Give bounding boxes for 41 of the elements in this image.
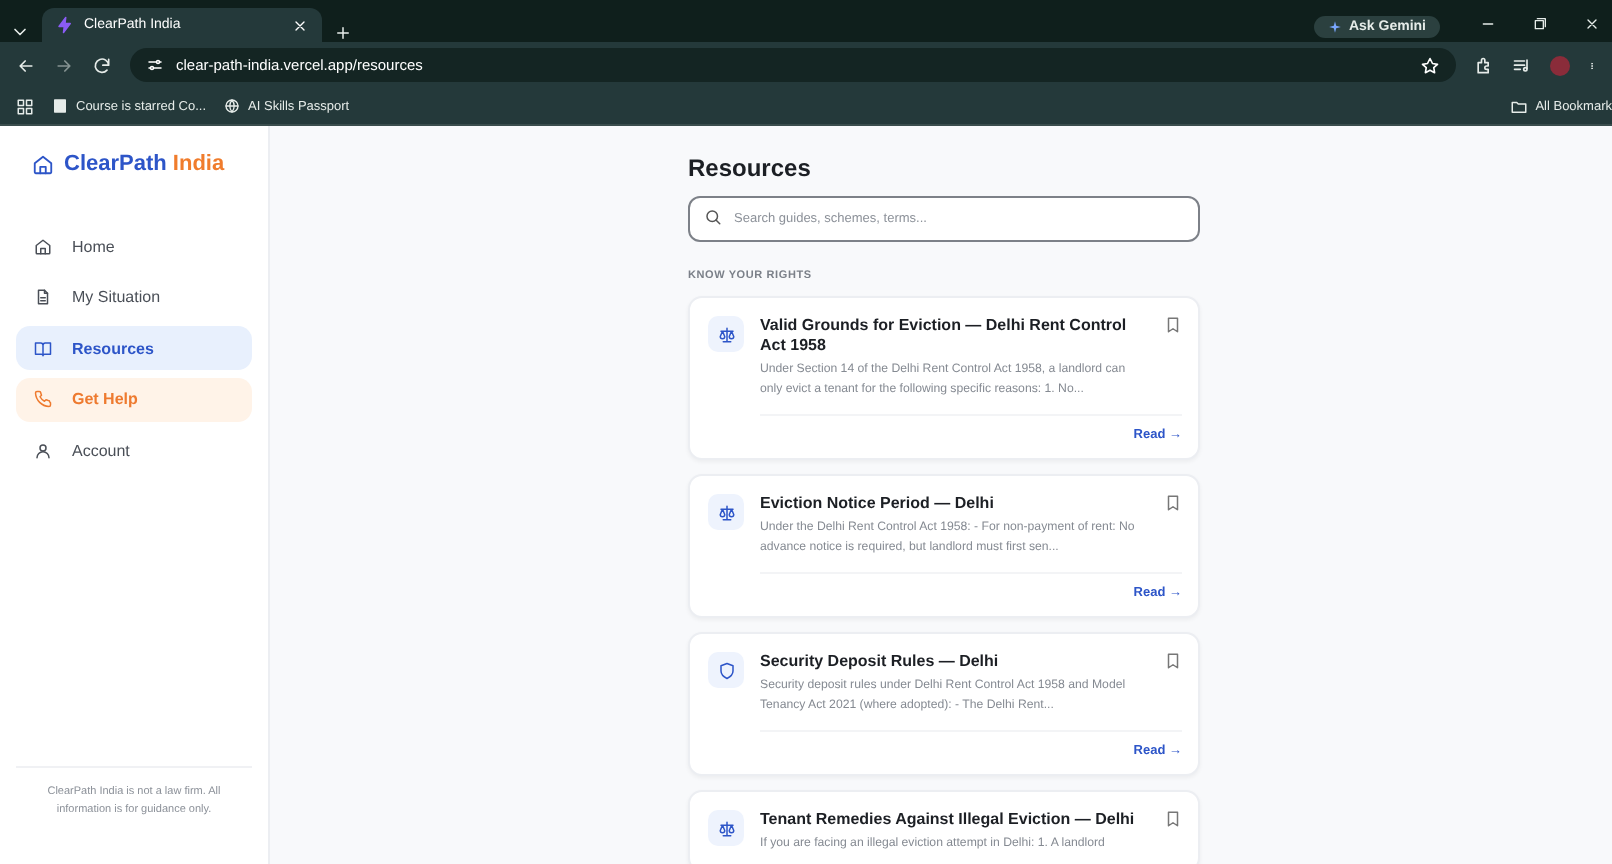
sidebar-item[interactable]: Account: [16, 428, 252, 472]
site-settings-icon[interactable]: [146, 56, 164, 74]
home-logo-icon: [32, 153, 54, 175]
bookmark-icon[interactable]: [1164, 652, 1182, 670]
close-icon[interactable]: [292, 17, 308, 33]
home-icon: [34, 237, 52, 255]
extensions-icon[interactable]: [1474, 55, 1494, 75]
card-title: Security Deposit Rules — Delhi: [760, 652, 1001, 672]
page-title: Resources: [688, 154, 813, 182]
reload-icon[interactable]: [92, 55, 112, 75]
media-icon[interactable]: [1512, 55, 1532, 75]
scales-icon: [717, 325, 735, 343]
page-icon: [52, 98, 68, 114]
sidebar-item[interactable]: Resources: [16, 326, 252, 370]
book-icon: [34, 339, 52, 357]
new-tab-icon[interactable]: [334, 24, 352, 42]
forward-icon[interactable]: [54, 55, 74, 75]
tab-favicon-icon: [56, 16, 74, 34]
bookmark-icon[interactable]: [1164, 316, 1182, 334]
card-title: Valid Grounds for Eviction — Delhi Rent Control Act 1958: [760, 316, 1129, 356]
scales-icon: [717, 819, 735, 837]
sidebar-item[interactable]: Home: [16, 224, 252, 268]
shield-icon: [717, 661, 735, 679]
card-title: Tenant Remedies Against Illegal Eviction — Delhi: [760, 810, 1137, 830]
star-icon[interactable]: [1420, 55, 1440, 75]
card-title: Eviction Notice Period — Delhi: [760, 494, 996, 514]
sidebar-item[interactable]: My Situation: [16, 275, 252, 319]
brand-logo: ClearPath India: [64, 152, 225, 176]
bookmark-icon[interactable]: [1164, 810, 1182, 828]
sparkle-icon: [1328, 20, 1343, 34]
phone-icon: [34, 390, 52, 408]
back-icon[interactable]: [16, 55, 36, 75]
folder-icon: [1509, 97, 1528, 115]
restore-icon[interactable]: [1532, 16, 1548, 32]
person-icon: [34, 441, 52, 459]
bookmark-icon[interactable]: [1164, 494, 1182, 512]
scales-icon: [717, 503, 735, 521]
apps-grid-icon[interactable]: [16, 97, 34, 115]
document-icon: [34, 288, 52, 306]
close-window-icon[interactable]: [1584, 16, 1600, 32]
globe-icon: [224, 98, 241, 114]
